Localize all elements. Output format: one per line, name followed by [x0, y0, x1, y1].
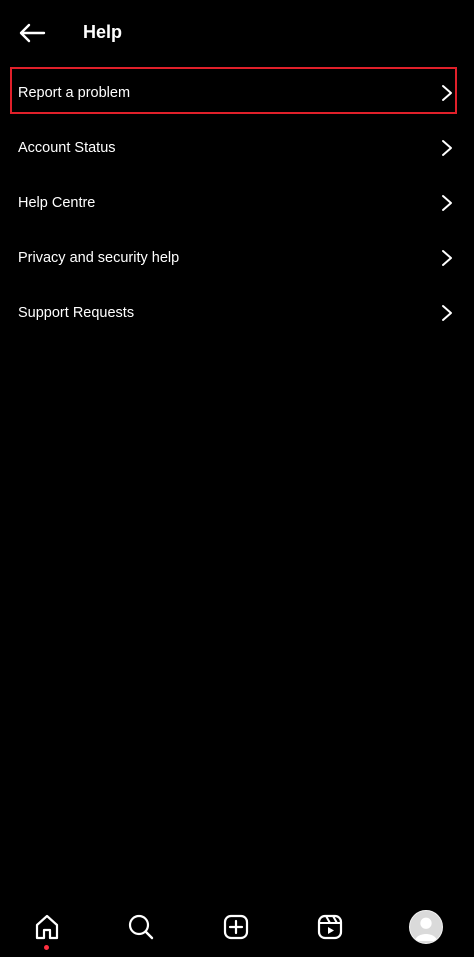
- menu-item-account-status[interactable]: Account Status: [0, 120, 474, 175]
- nav-create-button[interactable]: [216, 907, 256, 947]
- menu-item-privacy-and-security-help[interactable]: Privacy and security help: [0, 230, 474, 285]
- menu-item-label: Account Status: [18, 139, 116, 156]
- top-app-bar: Help: [0, 0, 474, 64]
- menu-item-label: Privacy and security help: [18, 249, 180, 266]
- search-icon: [128, 914, 154, 940]
- menu-item-help-centre[interactable]: Help Centre: [0, 175, 474, 230]
- menu-item-label: Support Requests: [18, 304, 135, 321]
- chevron-right-icon: [440, 138, 454, 158]
- create-post-icon: [223, 914, 249, 940]
- chevron-right-icon: [440, 193, 454, 213]
- home-notification-dot: [44, 945, 49, 950]
- chevron-right-icon: [440, 83, 454, 103]
- help-menu-list: Report a problem Account Status Help Cen…: [0, 65, 474, 340]
- menu-item-support-requests[interactable]: Support Requests: [0, 285, 474, 340]
- nav-reels-button[interactable]: [310, 907, 350, 947]
- back-button[interactable]: [14, 16, 50, 50]
- arrow-left-icon: [19, 23, 46, 43]
- reels-icon: [317, 914, 343, 940]
- nav-home-button[interactable]: [27, 907, 67, 947]
- chevron-right-icon: [440, 303, 454, 323]
- page-title: Help: [83, 22, 123, 42]
- profile-avatar: [409, 910, 443, 944]
- menu-item-report-a-problem[interactable]: Report a problem: [0, 65, 474, 120]
- bottom-navigation-bar: [0, 897, 474, 957]
- home-icon: [35, 914, 59, 940]
- menu-item-label: Report a problem: [18, 84, 131, 101]
- menu-item-label: Help Centre: [18, 194, 96, 211]
- nav-search-button[interactable]: [121, 907, 161, 947]
- nav-profile-button[interactable]: [406, 907, 446, 947]
- chevron-right-icon: [440, 248, 454, 268]
